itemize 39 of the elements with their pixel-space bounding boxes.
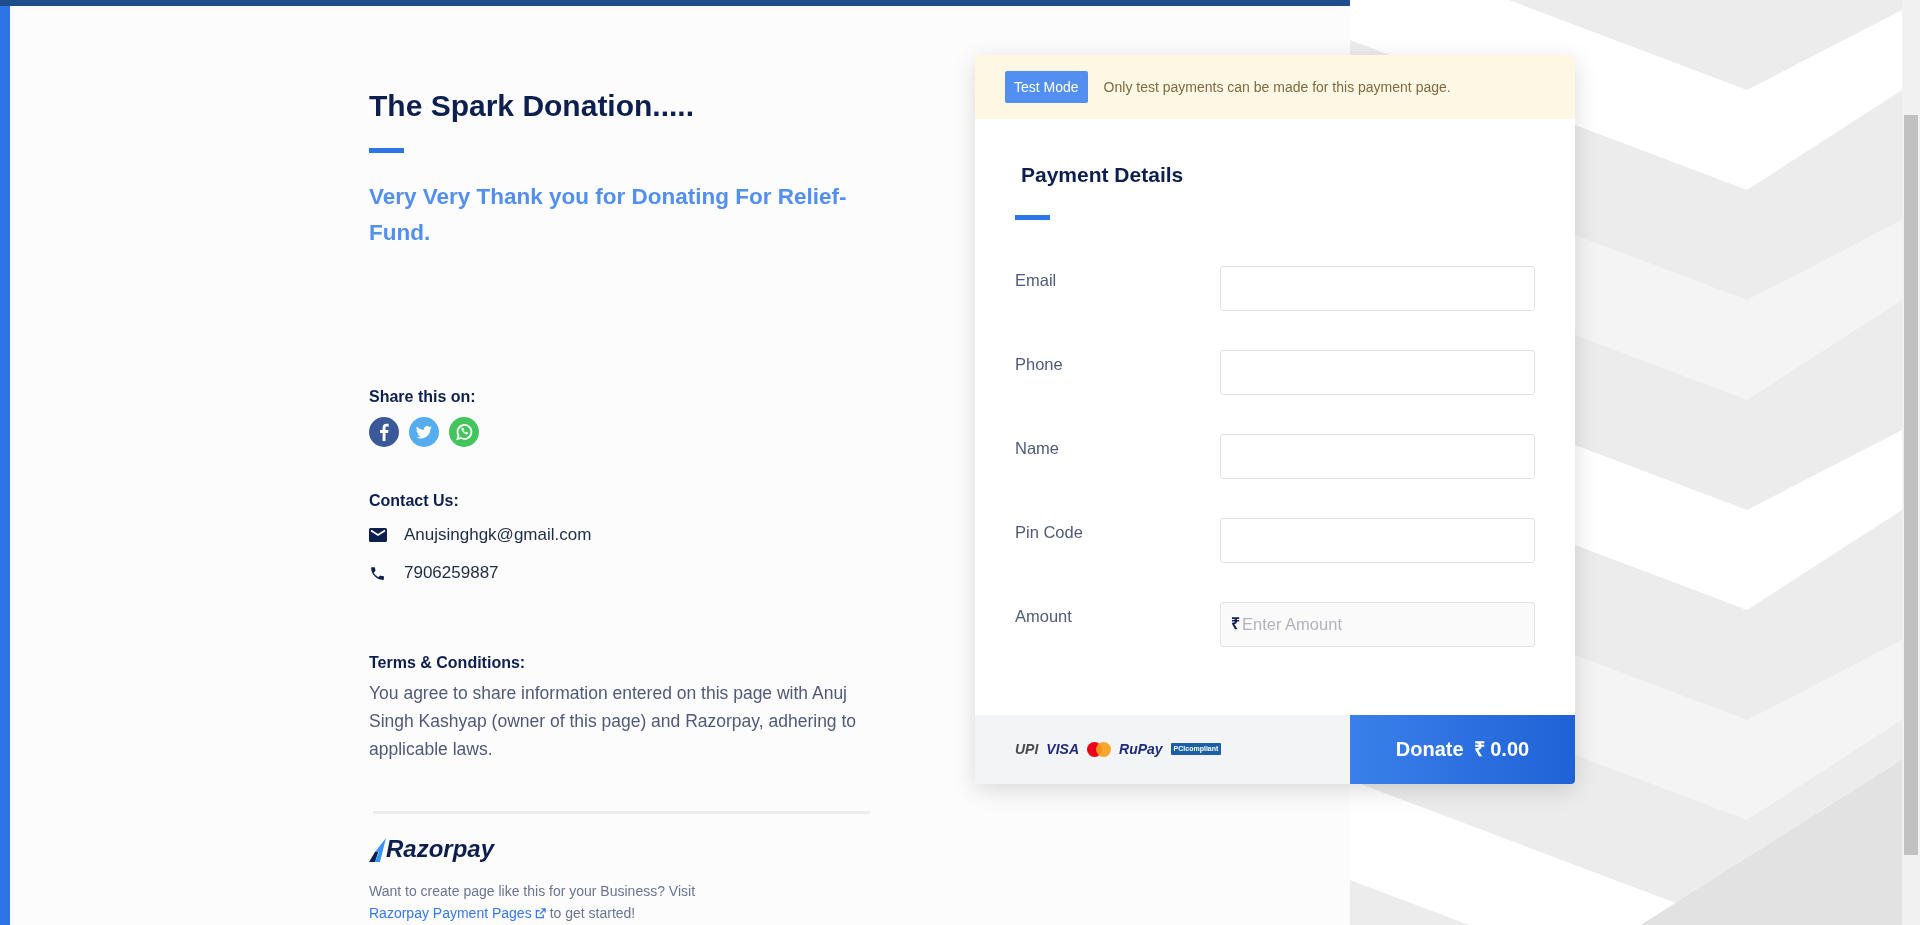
input-field[interactable]	[1220, 265, 1535, 311]
input-field[interactable]	[1220, 433, 1535, 479]
test-mode-notice: Only test payments can be made for this payment page.	[1103, 77, 1451, 97]
whatsapp-icon[interactable]	[449, 417, 479, 447]
rupee-sign: ₹	[1231, 614, 1240, 634]
input-field[interactable]	[1220, 349, 1535, 395]
payment-logo: RuPay	[1119, 739, 1163, 759]
contact-heading: Contact Us:	[369, 491, 460, 511]
page-title: The Spark Donation.....	[369, 88, 696, 124]
razorpay-mark-icon	[369, 838, 386, 862]
external-link-icon	[534, 908, 546, 919]
card-title: Payment Details	[1021, 162, 1185, 188]
field-label: Pin Code	[1015, 521, 1084, 543]
twitter-icon[interactable]	[409, 417, 439, 447]
contact-email: Anujsinghgk@gmail.com	[404, 524, 592, 547]
donate-button[interactable]: Donate ₹ 0.00	[1350, 714, 1575, 784]
scrollbar-thumb[interactable]	[1904, 115, 1918, 855]
payment-logo: UPI	[1015, 739, 1039, 759]
contact-phone: 7906259887	[404, 562, 499, 585]
payment-logo: VISA	[1046, 739, 1080, 759]
field-label: Phone	[1015, 353, 1064, 375]
amount-input[interactable]: Enter Amount	[1242, 611, 1534, 637]
terms-heading: Terms & Conditions:	[369, 653, 527, 673]
field-label: Name	[1015, 437, 1060, 459]
payment-pages-link[interactable]: Razorpay Payment Pages	[369, 905, 532, 921]
thank-you-message: Very Very Thank you for Donating For Relief-Fund.	[369, 183, 848, 247]
card-network-icon	[1087, 741, 1112, 757]
footer-text: Want to create page like this for your Business? Visit Razorpay Payment Pages to get started!	[369, 882, 697, 923]
field-label: Amount	[1015, 605, 1073, 627]
amount-field[interactable]: ₹Enter Amount	[1220, 601, 1535, 647]
razorpay-logo[interactable]: Razorpay	[369, 836, 495, 862]
terms-text: You agree to share information entered on this page with Anuj Singh Kashyap (owner of this page) and Razorpay, adhering to applicable laws.	[369, 682, 858, 761]
share-heading: Share this on:	[369, 387, 477, 407]
facebook-icon[interactable]	[369, 417, 399, 447]
field-label: Email	[1015, 269, 1058, 291]
test-mode-badge: Test Mode	[1005, 71, 1088, 103]
phone-icon	[369, 564, 386, 582]
mail-icon	[369, 528, 387, 542]
input-field[interactable]	[1220, 517, 1535, 563]
